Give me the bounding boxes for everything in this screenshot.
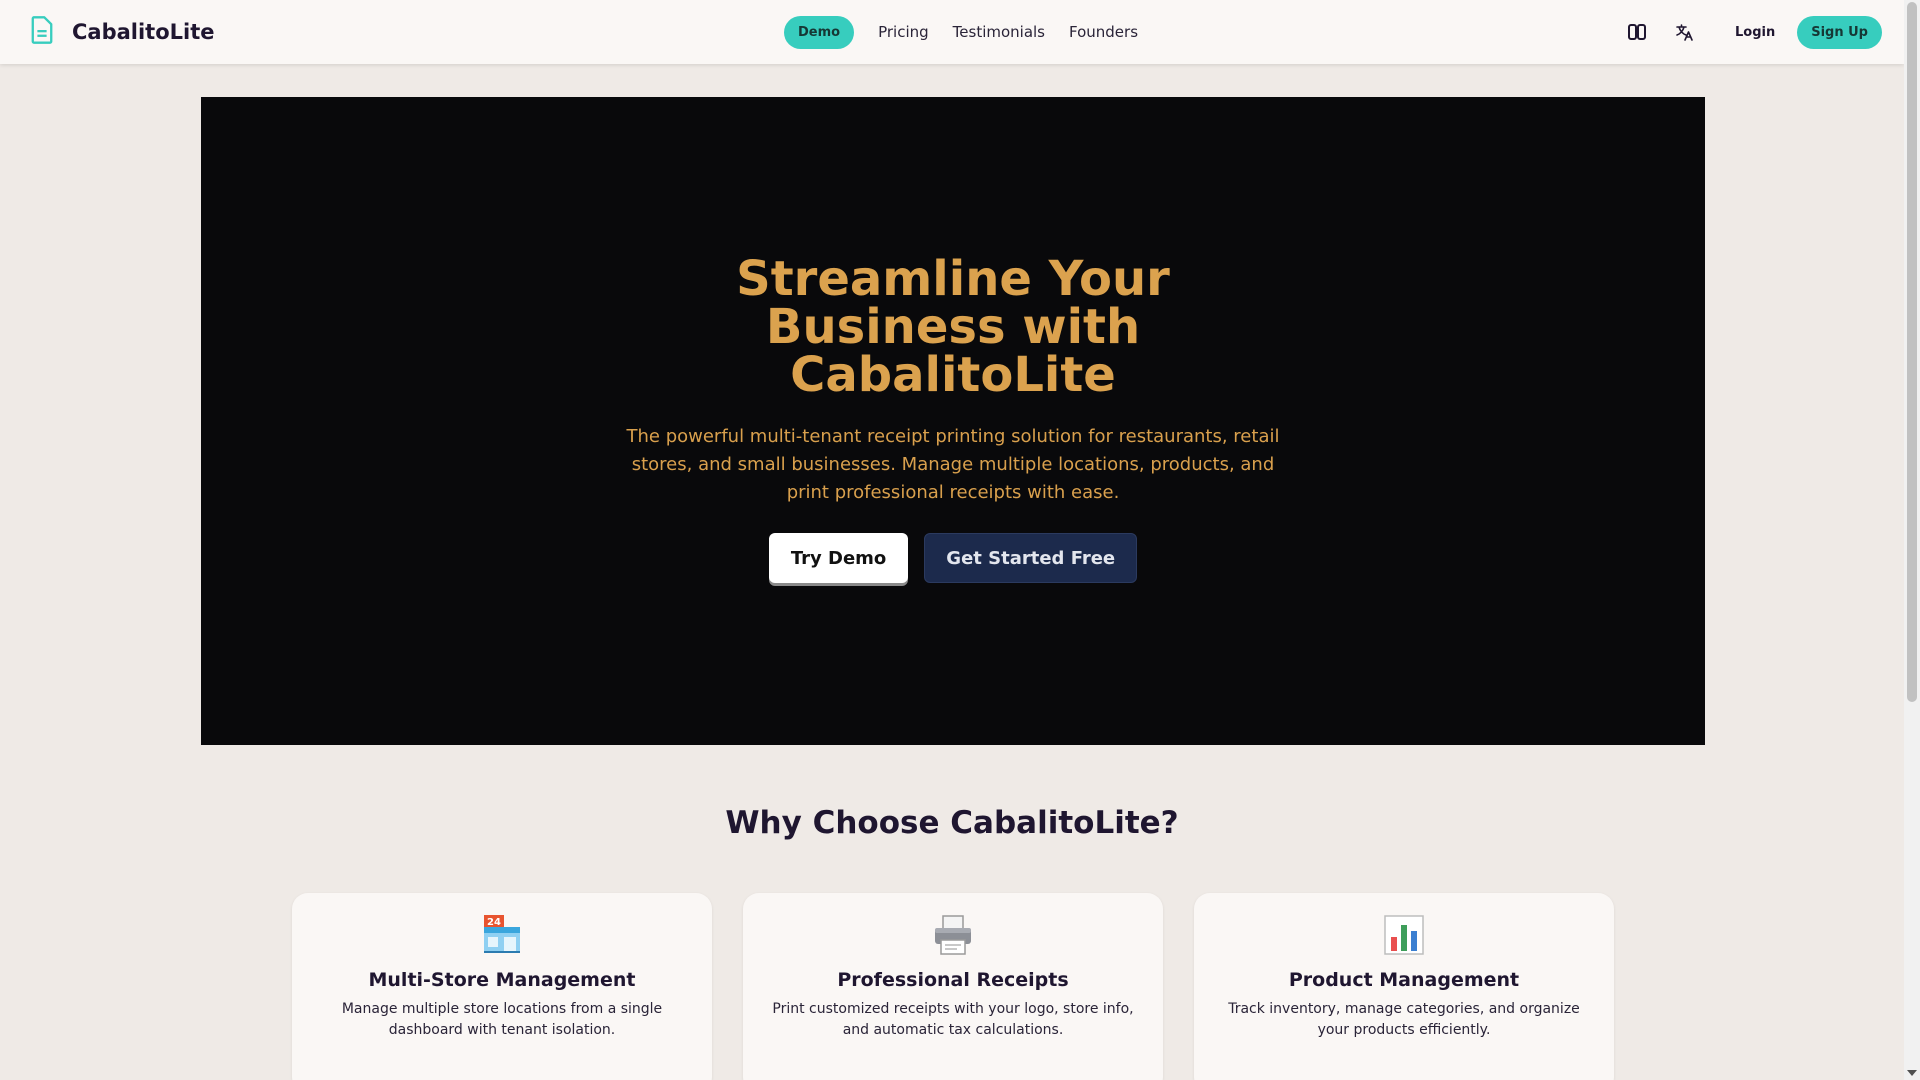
scrollbar-thumb[interactable] [1907, 2, 1917, 702]
hero-section: Streamline Your Business with CabalitoLi… [201, 97, 1705, 745]
document-icon [28, 15, 56, 49]
svg-text:24: 24 [487, 917, 501, 928]
brand[interactable]: CabalitoLite [28, 0, 215, 64]
printer-icon [931, 913, 975, 957]
nav-link-founders[interactable]: Founders [1057, 16, 1150, 49]
store-icon: 24 [480, 913, 524, 957]
brand-name[interactable]: CabalitoLite [72, 20, 215, 44]
hero-content: Streamline Your Business with CabalitoLi… [201, 255, 1705, 583]
nav-actions: Login Sign Up [1617, 0, 1882, 64]
navbar: CabalitoLite Demo Pricing Testimonials F… [0, 0, 1904, 64]
features-title: Why Choose CabalitoLite? [725, 805, 1179, 841]
feature-card-description: Track inventory, manage categories, and … [1228, 1001, 1580, 1038]
feature-card-title: Product Management [1288, 969, 1520, 991]
get-started-button[interactable]: Get Started Free [924, 533, 1138, 583]
page-scrollbar[interactable] [1904, 0, 1920, 1080]
feature-card-description: Manage multiple store locations from a s… [341, 1001, 663, 1038]
bar-chart-icon [1382, 913, 1426, 957]
hero-buttons: Try Demo Get Started Free [768, 533, 1138, 583]
theme-toggle-icon[interactable] [1617, 12, 1657, 52]
feature-card-products: Product Management Track inventory, mana… [1194, 893, 1614, 1080]
feature-card-receipts: Professional Receipts Print customized r… [743, 893, 1163, 1080]
feature-card-description: Print customized receipts with your logo… [772, 1001, 1134, 1038]
nav-demo-button[interactable]: Demo [784, 15, 855, 49]
feature-card-title: Professional Receipts [837, 969, 1069, 991]
hero-subtitle: The powerful multi-tenant receipt printi… [626, 426, 1280, 503]
hero-title: Streamline Your Business with CabalitoLi… [736, 251, 1170, 403]
try-demo-button[interactable]: Try Demo [768, 533, 909, 583]
translate-icon[interactable] [1665, 12, 1705, 52]
nav-links: Demo Pricing Testimonials Founders [784, 0, 1150, 64]
scroll-down-arrow-icon[interactable] [1907, 1070, 1917, 1076]
nav-link-pricing[interactable]: Pricing [866, 16, 941, 49]
nav-link-testimonials[interactable]: Testimonials [941, 16, 1057, 49]
login-button[interactable]: Login [1719, 16, 1791, 49]
signup-button[interactable]: Sign Up [1797, 15, 1882, 49]
feature-card-multi-store: 24 Multi-Store Management Manage multipl… [292, 893, 712, 1080]
feature-card-title: Multi-Store Management [368, 969, 636, 991]
